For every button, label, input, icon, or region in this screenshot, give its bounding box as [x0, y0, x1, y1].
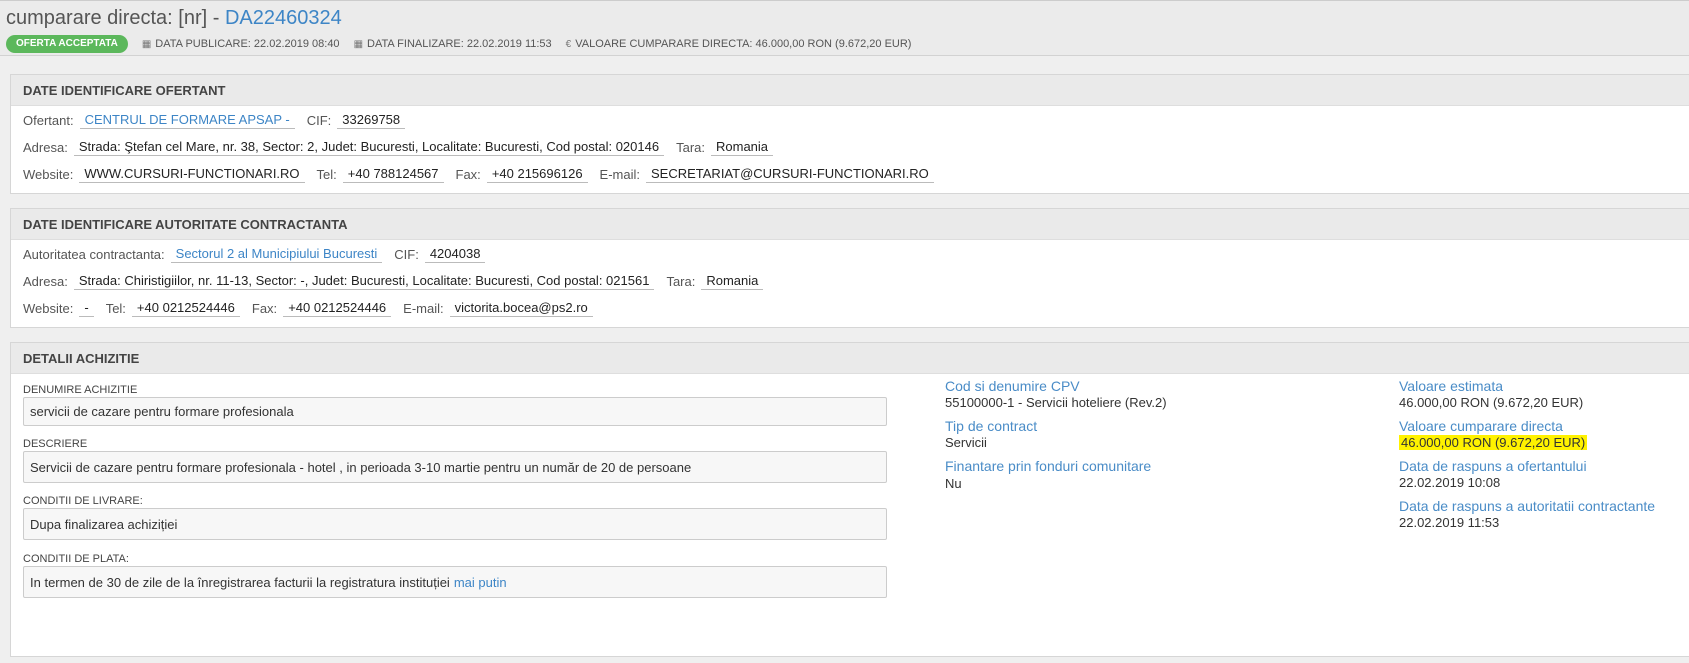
highlighted-value: 46.000,00 RON (9.672,20 EUR): [1399, 435, 1588, 450]
address-value: Strada: Ştefan cel Mare, nr. 38, Sector:…: [73, 139, 665, 156]
purchase-value-title: Valoare cumparare directa: [1399, 418, 1563, 434]
email-value: victorita.bocea@ps2.ro: [449, 300, 593, 317]
contract-type-value: Servicii: [945, 435, 987, 450]
finalize-date: ▦ DATA FINALIZARE: 22.02.2019 11:53: [354, 38, 552, 50]
authority-response-value: 22.02.2019 11:53: [1399, 515, 1500, 530]
bidder-response-value: 22.02.2019 10:08: [1399, 475, 1501, 490]
description-label: DESCRIERE: [23, 438, 88, 450]
phone-value: +40 788124567: [342, 166, 444, 183]
phone-value: +40 0212524446: [131, 300, 240, 317]
bidder-label: Ofertant:: [23, 113, 74, 128]
publish-date: ▦ DATA PUBLICARE: 22.02.2019 08:40: [142, 38, 340, 50]
authority-label: Autoritatea contractanta:: [23, 247, 165, 262]
euro-icon: €: [565, 38, 572, 50]
show-less-link[interactable]: mai putin: [454, 575, 507, 590]
finalize-date-text: DATA FINALIZARE: 22.02.2019 11:53: [367, 38, 552, 50]
bidder-row-3: Website: WWW.CURSURI-FUNCTIONARI.RO Tel:…: [23, 166, 946, 183]
calendar-icon: ▦: [353, 38, 364, 50]
authority-row-3: Website: - Tel: +40 0212524446 Fax: +40 …: [23, 300, 605, 317]
email-label: E-mail:: [403, 301, 444, 316]
email-label: E-mail:: [599, 167, 640, 182]
procurement-id: DA22460324: [224, 7, 342, 29]
estimated-value: 46.000,00 RON (9.672,20 EUR): [1399, 395, 1584, 410]
page-header: cumparare directa: [nr] - DA22460324 OFE…: [0, 0, 1689, 56]
status-badge: OFERTA ACCEPTATA: [6, 35, 128, 53]
bidder-panel: DATE IDENTIFICARE OFERTANT Ofertant: CEN…: [10, 74, 1689, 194]
eu-funding-title: Finantare prin fonduri comunitare: [945, 458, 1152, 474]
website-label: Website:: [23, 167, 74, 182]
payment-value: In termen de 30 de zile de la înregistra…: [30, 574, 450, 590]
cif-value: 4204038: [424, 246, 486, 263]
cif-value: 33269758: [337, 112, 406, 129]
bidder-row-1: Ofertant: CENTRUL DE FORMARE APSAP - CIF…: [23, 112, 417, 129]
country-value: Romania: [711, 139, 774, 156]
delivery-field[interactable]: Dupa finalizarea achiziției: [23, 508, 887, 540]
authority-response-title: Data de raspuns a autoritatii contractan…: [1399, 498, 1656, 514]
authority-row-2: Adresa: Strada: Chiristigiilor, nr. 11-1…: [23, 273, 775, 290]
estimated-value-title: Valoare estimata: [1399, 378, 1504, 394]
address-value: Strada: Chiristigiilor, nr. 11-13, Secto…: [73, 273, 655, 290]
phone-label: Tel:: [316, 167, 337, 182]
calendar-icon: ▦: [141, 38, 152, 50]
address-label: Adresa:: [23, 274, 68, 289]
cpv-title: Cod si denumire CPV: [945, 378, 1080, 394]
bidder-response-title: Data de raspuns a ofertantului: [1399, 458, 1587, 474]
website-value: -: [79, 300, 94, 317]
procurement-details-panel: DETALII ACHIZITIE DENUMIRE ACHIZITIE ser…: [10, 342, 1689, 657]
fax-value: +40 215696126: [486, 166, 588, 183]
payment-label: CONDITII DE PLATA:: [23, 553, 129, 565]
phone-label: Tel:: [105, 301, 126, 316]
country-value: Romania: [701, 273, 764, 290]
email-value: SECRETARIAT@CURSURI-FUNCTIONARI.RO: [646, 166, 934, 183]
eu-funding-value: Nu: [945, 476, 962, 491]
name-label: DENUMIRE ACHIZITIE: [23, 384, 138, 396]
payment-field[interactable]: In termen de 30 de zile de la înregistra…: [23, 566, 887, 598]
bidder-name-link[interactable]: CENTRUL DE FORMARE APSAP -: [79, 112, 295, 129]
title-prefix: cumparare directa: [nr] -: [6, 7, 225, 29]
details-panel-title: DETALII ACHIZITIE: [11, 343, 1689, 374]
authority-panel: DATE IDENTIFICARE AUTORITATE CONTRACTANT…: [10, 208, 1689, 328]
authority-panel-title: DATE IDENTIFICARE AUTORITATE CONTRACTANT…: [11, 209, 1689, 240]
fax-label: Fax:: [251, 301, 278, 316]
authority-row-1: Autoritatea contractanta: Sectorul 2 al …: [23, 246, 497, 263]
bidder-row-2: Adresa: Strada: Ştefan cel Mare, nr. 38,…: [23, 139, 785, 156]
page-title: cumparare directa: [nr] - DA22460324: [6, 7, 342, 30]
bidder-panel-title: DATE IDENTIFICARE OFERTANT: [11, 75, 1689, 106]
cif-label: CIF:: [394, 247, 419, 262]
delivery-label: CONDITII DE LIVRARE:: [23, 495, 143, 507]
header-meta: OFERTA ACCEPTATA ▦ DATA PUBLICARE: 22.02…: [6, 35, 911, 53]
description-value: Servicii de cazare pentru formare profes…: [30, 459, 692, 475]
cpv-value: 55100000-1 - Servicii hoteliere (Rev.2): [945, 395, 1167, 410]
purchase-value: € VALOARE CUMPARARE DIRECTA: 46.000,00 R…: [566, 38, 912, 50]
delivery-value: Dupa finalizarea achiziției: [30, 516, 178, 532]
country-label: Tara:: [666, 274, 696, 289]
fax-label: Fax:: [455, 167, 481, 182]
fax-value: +40 0212524446: [283, 300, 392, 317]
cif-label: CIF:: [306, 113, 332, 128]
name-field[interactable]: servicii de cazare pentru formare profes…: [23, 397, 887, 426]
website-value: WWW.CURSURI-FUNCTIONARI.RO: [79, 166, 305, 183]
name-value: servicii de cazare pentru formare profes…: [30, 404, 294, 419]
website-label: Website:: [23, 301, 74, 316]
publish-date-text: DATA PUBLICARE: 22.02.2019 08:40: [155, 38, 340, 50]
purchase-value-text: VALOARE CUMPARARE DIRECTA: 46.000,00 RON…: [575, 38, 912, 50]
address-label: Adresa:: [23, 140, 68, 155]
description-field[interactable]: Servicii de cazare pentru formare profes…: [23, 451, 887, 483]
contract-type-title: Tip de contract: [945, 418, 1038, 434]
authority-name-link[interactable]: Sectorul 2 al Municipiului Bucuresti: [170, 246, 383, 263]
country-label: Tara:: [676, 140, 705, 155]
purchase-value-detail: 46.000,00 RON (9.672,20 EUR): [1399, 435, 1588, 450]
